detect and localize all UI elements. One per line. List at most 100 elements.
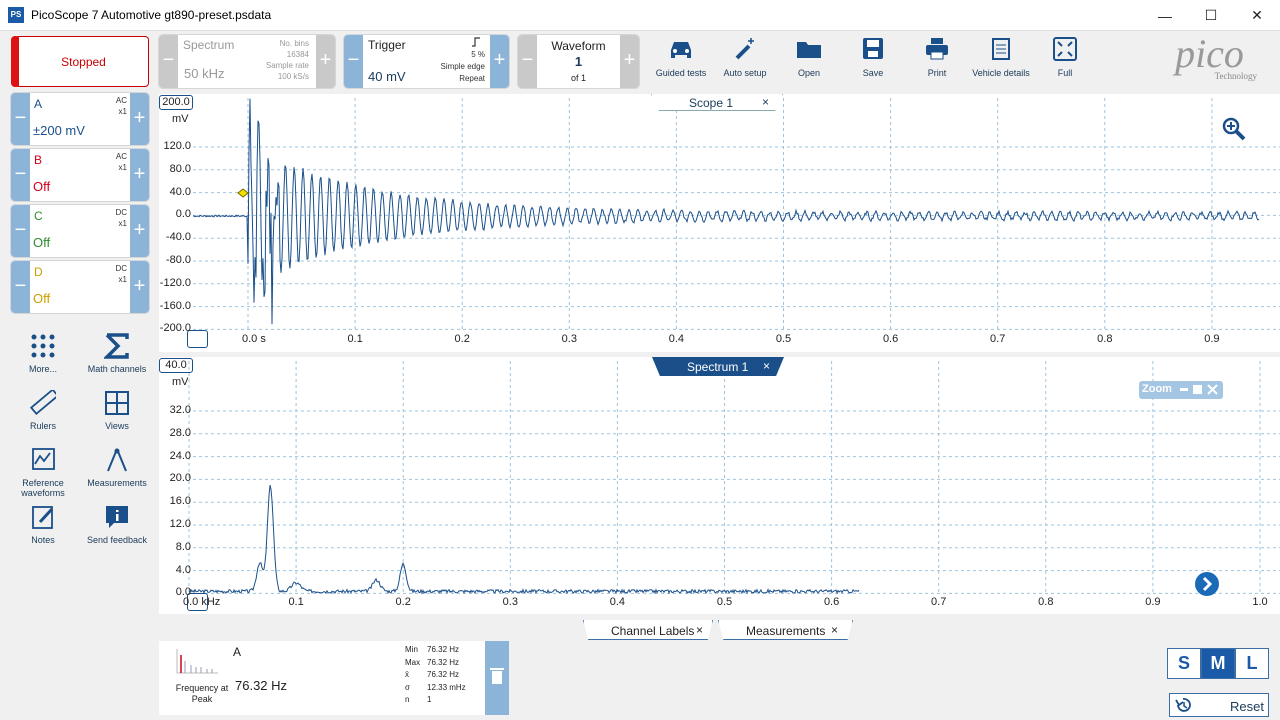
trigger-type[interactable]: Simple edge bbox=[441, 61, 485, 73]
spectrum-scale-box[interactable]: 40.0 bbox=[159, 358, 193, 373]
x-tick-label: 0.4 bbox=[668, 333, 685, 345]
measurement-value: 76.32 Hz bbox=[235, 678, 288, 693]
channel-d-minus-button[interactable]: − bbox=[11, 261, 30, 313]
channel-b-minus-button[interactable]: − bbox=[11, 149, 30, 201]
next-arrow-icon[interactable] bbox=[1194, 571, 1220, 597]
scope-view[interactable]: Scope 1 × 200.0 mV 0.0 s 0.1 0.2 0.3 0.4 0.5 0… bbox=[159, 94, 1280, 352]
spectrum-plus-button[interactable]: + bbox=[316, 35, 335, 88]
channel-b-panel[interactable]: − B AC x1 Off + bbox=[11, 149, 149, 201]
size-large-button[interactable]: L bbox=[1235, 648, 1269, 679]
trigger-settings: − Trigger 40 mV 5 % Simple edge Repeat + bbox=[344, 35, 509, 88]
more-icon bbox=[31, 334, 55, 358]
delete-measurement-button[interactable] bbox=[485, 641, 509, 715]
stat-sd-label: σ bbox=[405, 682, 410, 692]
x-tick-label: 0.4 bbox=[609, 596, 626, 608]
scope-tab-close[interactable]: × bbox=[762, 95, 769, 109]
minimize-button[interactable]: — bbox=[1142, 0, 1188, 31]
measurement-card[interactable]: A Frequency at Peak 76.32 Hz Min 76.32 Hz… bbox=[159, 641, 509, 715]
feedback-icon bbox=[106, 506, 128, 528]
trigger-plus-button[interactable]: + bbox=[490, 35, 509, 88]
x-tick-label: 0.1 bbox=[288, 596, 304, 608]
x-tick-label: 0.3 bbox=[502, 596, 518, 608]
spectrum-range[interactable]: 50 kHz bbox=[184, 66, 224, 81]
run-stop-button[interactable]: Stopped bbox=[11, 36, 149, 87]
stat-max-label: Max bbox=[405, 657, 421, 667]
channel-c-plus-button[interactable]: + bbox=[130, 205, 149, 257]
waveform-prev-button[interactable]: − bbox=[518, 35, 537, 88]
channel-b-plus-button[interactable]: + bbox=[130, 149, 149, 201]
views-button[interactable]: Views bbox=[84, 390, 150, 431]
ruler-icon bbox=[30, 390, 56, 416]
measurements-button[interactable]: Measurements bbox=[84, 447, 150, 488]
rulers-button[interactable]: Rulers bbox=[10, 390, 76, 431]
channel-a-panel[interactable]: − A AC x1 ±200 mV + bbox=[11, 93, 149, 145]
scope-scale-box[interactable]: 200.0 bbox=[159, 95, 193, 110]
reference-waveforms-label: Reference waveforms bbox=[21, 478, 65, 498]
spectrum-tab-close[interactable]: × bbox=[763, 359, 770, 373]
guided-tests-button[interactable]: Guided tests bbox=[649, 36, 713, 86]
channel-a-name: A bbox=[34, 97, 43, 111]
zoom-tool-icon[interactable] bbox=[1221, 116, 1247, 142]
print-label: Print bbox=[927, 68, 947, 78]
zoom-maximize-icon[interactable] bbox=[1193, 385, 1202, 394]
channel-a-minus-button[interactable]: − bbox=[11, 93, 30, 145]
title-bar: PS PicoScope 7 Automotive gt890-preset.p… bbox=[0, 0, 1280, 31]
y-tick-label: -200.0 bbox=[159, 322, 191, 335]
scope-tab-label[interactable]: Scope 1 bbox=[689, 96, 733, 110]
stat-count-label: n bbox=[405, 695, 410, 704]
channel-labels-tab-label[interactable]: Channel Labels bbox=[611, 624, 694, 638]
zoom-minimize-icon[interactable] bbox=[1180, 388, 1188, 391]
more-button[interactable]: More... bbox=[10, 333, 76, 374]
zoom-close-icon[interactable] bbox=[1207, 384, 1218, 395]
size-medium-button[interactable]: M bbox=[1201, 648, 1235, 679]
trigger-level[interactable]: 40 mV bbox=[368, 69, 406, 84]
x-tick-label: 1.0 bbox=[1252, 596, 1268, 608]
reset-button[interactable]: Reset bbox=[1169, 693, 1269, 717]
trigger-minus-button[interactable]: − bbox=[344, 35, 363, 88]
channel-b-name: B bbox=[34, 153, 43, 167]
x-tick-label: 0.5 bbox=[775, 333, 792, 345]
more-label: More... bbox=[28, 364, 57, 374]
channel-a-plus-button[interactable]: + bbox=[130, 93, 149, 145]
trigger-marker[interactable] bbox=[237, 188, 249, 198]
measurements-tab-label[interactable]: Measurements bbox=[746, 624, 825, 638]
save-button[interactable]: Save bbox=[841, 36, 905, 86]
x-tick-label: 0.6 bbox=[882, 333, 899, 345]
channel-d-range[interactable]: Off bbox=[33, 291, 50, 306]
spectrum-view[interactable]: Spectrum 1 × 40.0 mV Zoom 0.0 kHz 0.1 0.2 0… bbox=[159, 357, 1280, 614]
waveform-next-button[interactable]: + bbox=[620, 35, 639, 88]
math-channels-button[interactable]: Math channels bbox=[84, 333, 150, 374]
spectrum-tab-label[interactable]: Spectrum 1 bbox=[687, 360, 748, 374]
channel-c-panel[interactable]: − C DC x1 Off + bbox=[11, 205, 149, 257]
measurements-tab-close[interactable]: × bbox=[831, 623, 838, 637]
trigger-mode[interactable]: Repeat bbox=[441, 73, 485, 85]
app-icon: PS bbox=[8, 7, 24, 23]
save-icon bbox=[863, 38, 883, 59]
auto-setup-button[interactable]: Auto setup bbox=[713, 36, 777, 86]
notes-button[interactable]: Notes bbox=[10, 504, 76, 545]
x-tick-label: 0.7 bbox=[931, 596, 947, 608]
channel-d-plus-button[interactable]: + bbox=[130, 261, 149, 313]
channel-c-range[interactable]: Off bbox=[33, 235, 50, 250]
channel-c-minus-button[interactable]: − bbox=[11, 205, 30, 257]
channel-a-range[interactable]: ±200 mV bbox=[33, 123, 85, 138]
maximize-button[interactable]: ☐ bbox=[1188, 0, 1234, 31]
size-small-button[interactable]: S bbox=[1167, 648, 1201, 679]
open-button[interactable]: Open bbox=[777, 36, 841, 86]
spectrum-minus-button[interactable]: − bbox=[159, 35, 178, 88]
y-tick-label: 24.0 bbox=[169, 449, 191, 462]
folder-icon bbox=[797, 42, 821, 58]
spectrum-trace bbox=[188, 484, 860, 595]
full-screen-button[interactable]: Full bbox=[1033, 36, 1097, 86]
channel-labels-tab-close[interactable]: × bbox=[696, 623, 703, 637]
y-tick-label: 32.0 bbox=[169, 404, 191, 416]
channel-b-range[interactable]: Off bbox=[33, 179, 50, 194]
vehicle-details-button[interactable]: Vehicle details bbox=[969, 36, 1033, 86]
reference-waveforms-button[interactable]: Reference waveforms bbox=[10, 447, 76, 498]
channel-d-panel[interactable]: − D DC x1 Off + bbox=[11, 261, 149, 313]
close-button[interactable]: ✕ bbox=[1234, 0, 1280, 31]
send-feedback-button[interactable]: Send feedback bbox=[84, 504, 150, 545]
zoom-overview-control[interactable]: Zoom bbox=[1139, 381, 1223, 399]
print-button[interactable]: Print bbox=[905, 36, 969, 86]
math-channels-label: Math channels bbox=[87, 364, 147, 374]
